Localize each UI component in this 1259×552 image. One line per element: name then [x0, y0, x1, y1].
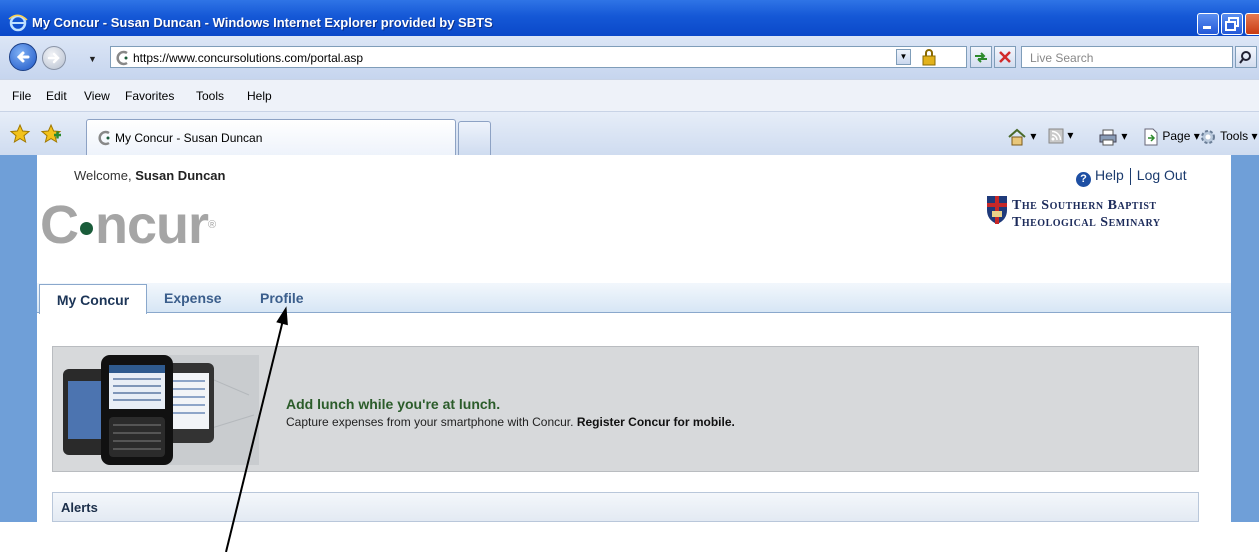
live-search-input[interactable]: Live Search — [1021, 46, 1233, 68]
add-favorite-icon[interactable] — [40, 123, 62, 145]
page-edge-right — [1231, 155, 1259, 522]
registered-mark: ® — [208, 219, 216, 231]
seminary-shield-icon — [987, 196, 1007, 224]
page-menu-label: Page — [1162, 129, 1191, 144]
alerts-title: Alerts — [61, 500, 98, 515]
restore-icon — [1225, 17, 1239, 31]
print-button[interactable]: ▾ — [1098, 128, 1127, 146]
address-toolbar: ▼ https://www.concursolutions.com/portal… — [0, 36, 1259, 79]
seminary-name-line2: Theological Seminary — [1012, 215, 1161, 230]
mobile-promo-banner: Add lunch while you're at lunch. Capture… — [52, 346, 1199, 472]
address-field[interactable]: https://www.concursolutions.com/portal.a… — [110, 46, 967, 68]
tab-my-concur[interactable]: My Concur — [39, 284, 147, 314]
menu-edit[interactable]: Edit — [46, 89, 67, 103]
page-icon — [1144, 128, 1158, 146]
help-icon[interactable]: ? — [1076, 172, 1091, 187]
menu-help[interactable]: Help — [247, 89, 272, 103]
title-bar: My Concur - Susan Duncan - Windows Inter… — [0, 0, 1259, 36]
link-separator — [1129, 167, 1131, 185]
main-nav-tabs: My Concur Expense Profile — [37, 283, 1231, 314]
new-tab-button[interactable] — [458, 121, 491, 155]
promo-description: Capture expenses from your smartphone wi… — [286, 415, 574, 429]
minimize-button[interactable] — [1197, 13, 1219, 35]
menu-tools[interactable]: Tools — [196, 89, 224, 103]
tools-menu-button[interactable]: Tools ▾ — [1199, 128, 1258, 146]
close-button[interactable] — [1245, 13, 1259, 35]
favorites-star-icon[interactable] — [9, 123, 31, 145]
logo-text-start: C — [40, 195, 79, 255]
web-page: Welcome, Susan Duncan ? Help Log Out Cncur… — [0, 155, 1259, 522]
home-icon — [1008, 128, 1026, 146]
menu-favorites[interactable]: Favorites — [125, 89, 174, 103]
search-button[interactable] — [1235, 46, 1257, 68]
print-icon — [1099, 129, 1117, 146]
welcome-prefix: Welcome, — [74, 168, 132, 183]
address-dropdown-icon[interactable]: ▼ — [896, 49, 911, 65]
concur-favicon-icon — [116, 50, 128, 66]
internet-explorer-icon — [8, 14, 28, 32]
search-icon — [1239, 51, 1251, 64]
minimize-icon — [1203, 26, 1211, 29]
seminary-logo: The Southern Baptist Theological Seminar… — [986, 195, 1231, 240]
concur-logo[interactable]: Cncur® — [40, 195, 216, 255]
forward-button[interactable] — [42, 46, 66, 70]
refresh-icon — [975, 52, 987, 63]
back-button[interactable] — [9, 43, 37, 71]
refresh-button[interactable] — [970, 46, 992, 68]
browser-tab[interactable]: My Concur - Susan Duncan — [86, 119, 456, 155]
promo-headline: Add lunch while you're at lunch. — [286, 396, 501, 412]
page-edge-left — [0, 155, 37, 522]
tab-profile[interactable]: Profile — [260, 283, 304, 313]
help-link[interactable]: Help — [1095, 167, 1124, 183]
tools-menu-label: Tools — [1220, 129, 1249, 144]
feeds-button[interactable]: ▾ — [1048, 128, 1073, 144]
promo-subtext: Capture expenses from your smartphone wi… — [286, 415, 735, 429]
seminary-name-line1: The Southern Baptist — [1012, 198, 1157, 213]
ie-window: My Concur - Susan Duncan - Windows Inter… — [0, 0, 1259, 522]
lock-icon[interactable] — [921, 49, 937, 66]
recent-pages-dropdown-icon[interactable]: ▼ — [88, 54, 97, 64]
window-title: My Concur - Susan Duncan - Windows Inter… — [32, 15, 493, 30]
gear-icon — [1201, 130, 1215, 144]
tab-expense[interactable]: Expense — [164, 283, 222, 313]
url-text: https://www.concursolutions.com/portal.a… — [133, 51, 364, 65]
page-menu-button[interactable]: Page ▾ — [1143, 128, 1200, 146]
menu-file[interactable]: File — [12, 89, 31, 103]
restore-button[interactable] — [1221, 13, 1243, 35]
logout-link[interactable]: Log Out — [1137, 167, 1187, 183]
menu-bar: File Edit View Favorites Tools Help — [0, 79, 1259, 112]
forward-arrow-icon — [47, 52, 60, 64]
user-name: Susan Duncan — [135, 168, 226, 183]
browser-tab-label: My Concur - Susan Duncan — [115, 131, 263, 145]
stop-button[interactable] — [994, 46, 1016, 68]
logo-dot — [80, 222, 93, 236]
logo-text-end: ncur — [95, 195, 209, 255]
home-button[interactable]: ▾ — [1007, 128, 1036, 146]
smartphones-image — [63, 355, 259, 465]
stop-icon — [999, 51, 1011, 63]
search-placeholder: Live Search — [1030, 51, 1094, 65]
back-arrow-icon — [16, 51, 30, 63]
tab-toolbar: My Concur - Susan Duncan ▾ ▾ ▾ Page ▾ To… — [0, 112, 1259, 155]
alerts-panel: Alerts — [52, 492, 1199, 522]
top-links: ? Help Log Out — [1076, 167, 1187, 187]
welcome-message: Welcome, Susan Duncan — [74, 168, 225, 183]
rss-feed-icon — [1048, 128, 1064, 144]
menu-view[interactable]: View — [84, 89, 110, 103]
register-mobile-link[interactable]: Register Concur for mobile. — [577, 415, 735, 429]
concur-favicon-icon — [98, 130, 110, 146]
